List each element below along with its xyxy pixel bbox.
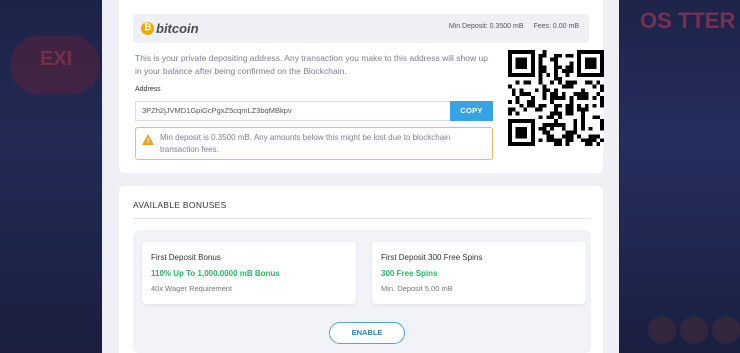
bonus-title: First Deposit 300 Free Spins [381, 253, 483, 262]
background-art-text: EXI [40, 48, 73, 70]
copy-button[interactable]: COPY [450, 101, 493, 121]
bonus-note: Min. Deposit 5.00 mB [381, 284, 453, 293]
coin-limits: Min Deposit: 0.3500 mB Fees: 0.00 mB [441, 23, 579, 30]
deposit-info-text: This is your private depositing address.… [135, 53, 488, 76]
divider [133, 218, 591, 219]
bitcoin-logo: ₿ bitcoin [141, 21, 199, 36]
bonus-card-free-spins[interactable]: First Deposit 300 Free Spins 300 Free Sp… [372, 242, 586, 304]
bonuses-card: AVAILABLE BONUSES First Deposit Bonus 11… [119, 186, 603, 353]
address-field[interactable]: 3PZh2jJVMD1GpiGcPgxZ5cqmLZ3bqMBkpv [135, 101, 450, 121]
deposit-modal: ₿ bitcoin Min Deposit: 0.3500 mB Fees: 0… [102, 0, 619, 353]
floating-action-circle[interactable] [712, 316, 740, 344]
min-deposit-text: Min Deposit: 0.3500 mB [448, 23, 524, 30]
deposit-card: ₿ bitcoin Min Deposit: 0.3500 mB Fees: 0… [119, 0, 604, 173]
qr-code [508, 50, 604, 146]
address-label: Address [135, 86, 161, 93]
coin-name: bitcoin [156, 21, 199, 36]
address-row: 3PZh2jJVMD1GpiGcPgxZ5cqmLZ3bqMBkpv COPY [135, 101, 493, 121]
background-art-left: EXI [0, 0, 102, 353]
background-art-text: OS TTER [640, 8, 736, 33]
warning-text: Min deposit is 0.3500 mB. Any amounts be… [160, 133, 451, 154]
fees-text: Fees: 0.00 mB [533, 23, 579, 30]
floating-action-circle[interactable] [648, 316, 676, 344]
enable-button[interactable]: ENABLE [329, 322, 405, 344]
bonus-title: First Deposit Bonus [151, 253, 221, 262]
coin-header: ₿ bitcoin Min Deposit: 0.3500 mB Fees: 0… [133, 14, 589, 43]
bonus-highlight: 300 Free Spins [381, 269, 438, 278]
min-deposit-warning: ! Min deposit is 0.3500 mB. Any amounts … [135, 127, 493, 160]
bonus-note: 40x Wager Requirement [151, 284, 233, 293]
bonus-card-first-deposit[interactable]: First Deposit Bonus 110% Up To 1,000.000… [142, 242, 356, 304]
background-art-right: OS TTER [620, 0, 740, 353]
bonus-highlight: 110% Up To 1,000.0000 mB Bonus [151, 269, 280, 278]
bitcoin-icon: ₿ [141, 22, 154, 35]
floating-action-circle[interactable] [680, 316, 708, 344]
section-title: AVAILABLE BONUSES [133, 200, 227, 210]
bonus-panel: First Deposit Bonus 110% Up To 1,000.000… [133, 230, 591, 353]
